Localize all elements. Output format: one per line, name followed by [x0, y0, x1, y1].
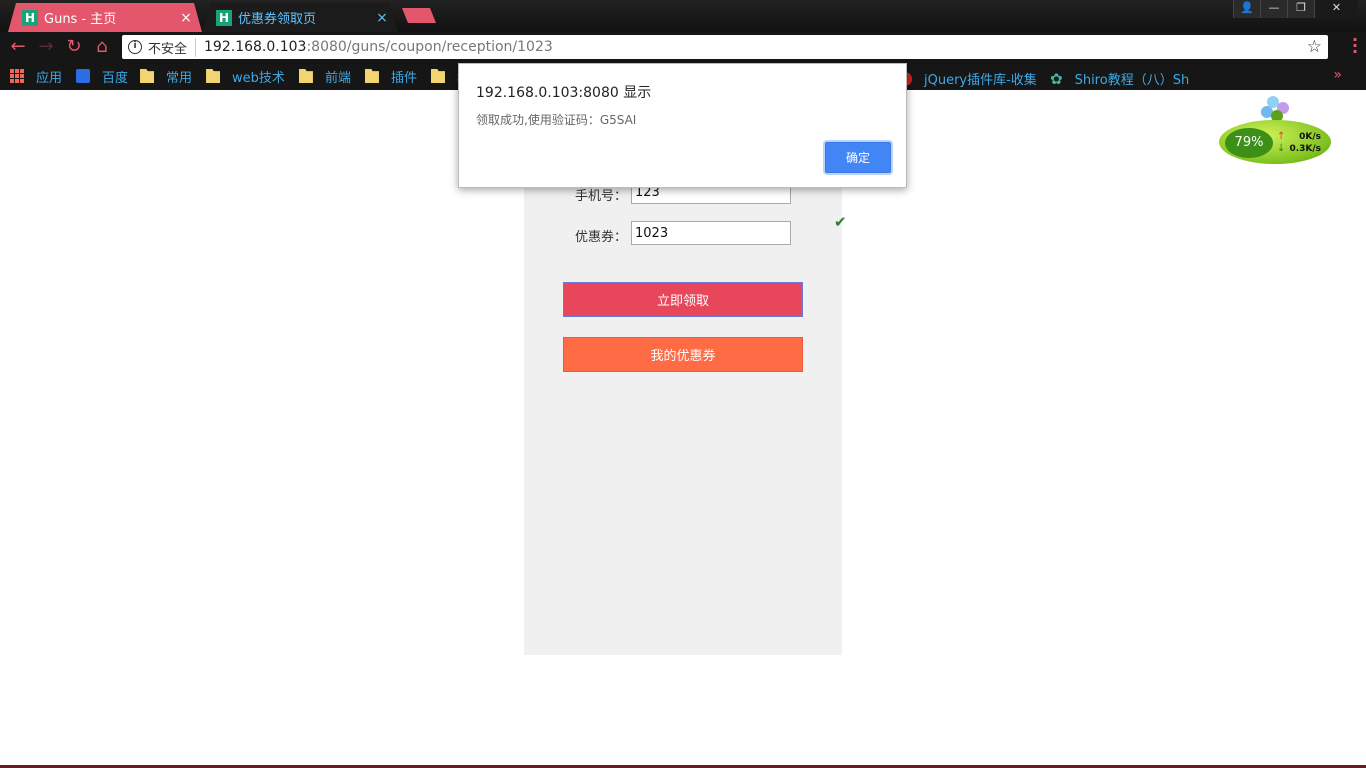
tab-strip: H Guns - 主页 × H 优惠券领取页 × 👤 — ❐ ✕: [0, 0, 1366, 32]
restore-button[interactable]: ❐: [1287, 0, 1314, 18]
receive-now-button[interactable]: 立即领取: [563, 282, 803, 317]
download-speed: 0.3K/s: [1289, 144, 1321, 154]
browser-menu-icon[interactable]: · · ·: [1352, 32, 1358, 60]
bookmark-label: Shiro教程（八）Sh: [1074, 73, 1190, 88]
bookmark-jquery[interactable]: jQuery插件库-收集: [898, 69, 1037, 88]
bookmark-folder-common[interactable]: 常用: [140, 67, 192, 86]
reload-icon[interactable]: ↻: [62, 35, 86, 59]
url-path: :8080/guns/coupon/reception/1023: [306, 39, 553, 55]
bookmark-folder-web[interactable]: web技术: [206, 67, 285, 86]
bookmark-label: 插件: [390, 70, 417, 86]
url-host: 192.168.0.103: [204, 39, 307, 55]
bookmark-folder-frontend[interactable]: 前端: [298, 67, 351, 86]
gear-icon: ✿: [1050, 69, 1063, 88]
address-bar[interactable]: i 不安全 192.168.0.103 :8080/guns/coupon/re…: [122, 35, 1328, 59]
home-icon[interactable]: ⌂: [90, 35, 114, 59]
bookmark-label: jQuery插件库-收集: [924, 73, 1037, 88]
folder-icon: [206, 69, 221, 83]
security-label[interactable]: 不安全: [148, 37, 197, 57]
window-controls: 👤 — ❐ ✕: [1233, 0, 1358, 18]
folder-icon: [140, 69, 155, 83]
folder-icon: [430, 69, 445, 83]
tab-close-icon[interactable]: ×: [176, 10, 196, 26]
coupon-input[interactable]: [631, 221, 791, 245]
user-profile-icon[interactable]: 👤: [1233, 0, 1260, 18]
tab-title: 优惠券领取页: [238, 12, 317, 27]
bookmark-label: 百度: [102, 70, 129, 86]
info-icon[interactable]: i: [128, 40, 142, 54]
bookmark-label: 应用: [36, 70, 63, 86]
alert-dialog: 192.168.0.103:8080 显示 领取成功,使用验证码：G5SAI 确…: [458, 63, 907, 188]
guns-favicon-icon: H: [216, 9, 232, 26]
check-icon: ✔: [834, 213, 847, 231]
tab-title: Guns - 主页: [44, 12, 117, 27]
dialog-ok-button[interactable]: 确定: [825, 142, 891, 173]
bookmark-baidu[interactable]: 百度: [76, 67, 128, 86]
browser-toolbar: ← → ↻ ⌂ i 不安全 192.168.0.103 :8080/guns/c…: [0, 32, 1366, 62]
back-arrow-icon[interactable]: ←: [6, 35, 30, 59]
my-coupons-button[interactable]: 我的优惠券: [563, 337, 803, 372]
tab-close-icon[interactable]: ×: [372, 10, 392, 26]
dialog-title: 192.168.0.103:8080 显示: [476, 85, 652, 101]
bookmark-label: 前端: [324, 70, 351, 86]
folder-icon: [298, 69, 313, 83]
bookmarks-overflow-icon[interactable]: »: [1333, 67, 1342, 83]
apps-icon: [10, 69, 24, 83]
new-tab-button[interactable]: [402, 8, 436, 23]
tab-coupon-page[interactable]: H 优惠券领取页 ×: [202, 3, 398, 32]
bookmark-folder-plugins[interactable]: 插件: [364, 67, 417, 86]
upload-speed: 0K/s: [1299, 132, 1321, 142]
bookmark-label: web技术: [232, 70, 285, 86]
tab-guns-home[interactable]: H Guns - 主页 ×: [8, 3, 202, 32]
bookmark-label: 常用: [166, 70, 193, 86]
guns-favicon-icon: H: [22, 9, 38, 26]
forward-arrow-icon[interactable]: →: [34, 35, 58, 59]
bookmark-star-icon[interactable]: ☆: [1307, 37, 1322, 57]
baidu-icon: [76, 69, 91, 83]
minimize-button[interactable]: —: [1260, 0, 1287, 18]
network-monitor-widget[interactable]: 79% ↑ 0K/s ↓ 0.3K/s: [1219, 94, 1332, 166]
bookmark-apps[interactable]: 应用: [10, 67, 62, 86]
close-window-button[interactable]: ✕: [1314, 0, 1358, 18]
coupon-label: 优惠券：: [575, 230, 628, 245]
folder-icon: [364, 69, 379, 83]
dialog-message: 领取成功,使用验证码：G5SAI: [476, 113, 637, 127]
bookmark-shiro[interactable]: ✿ Shiro教程（八）Sh: [1050, 69, 1189, 88]
memory-percent: 79%: [1225, 128, 1273, 158]
